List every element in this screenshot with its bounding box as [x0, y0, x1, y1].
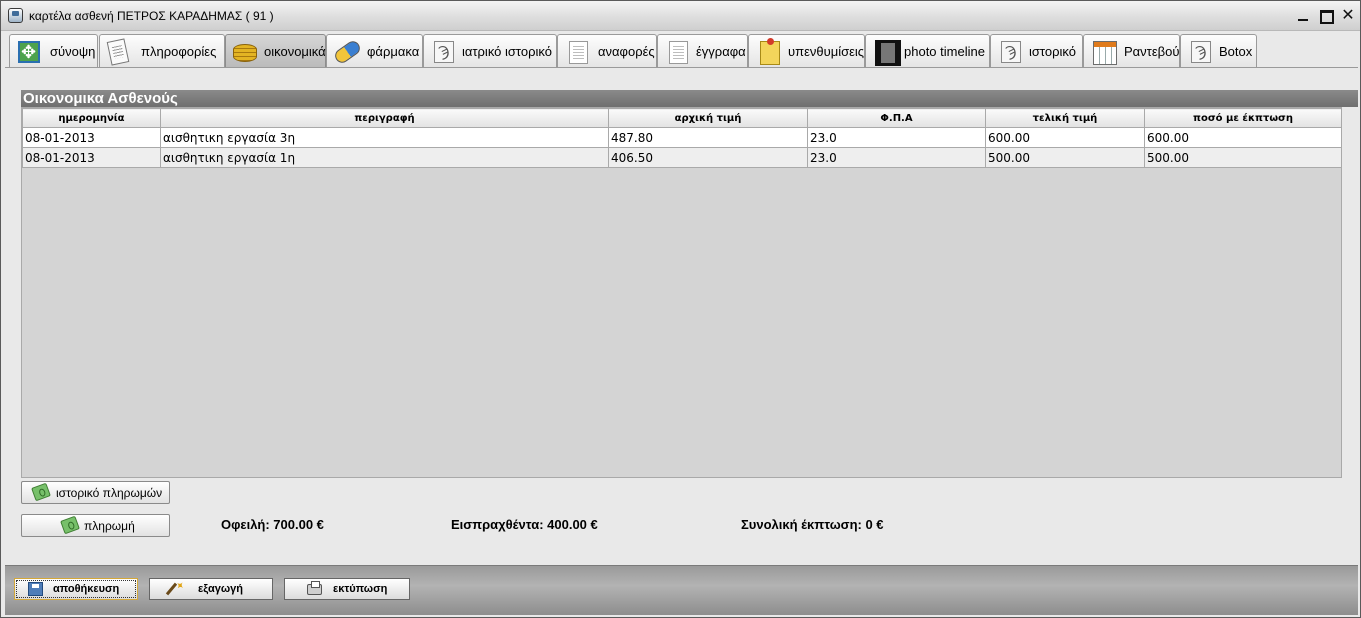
owed-amount: Οφειλή: 700.00 €: [221, 517, 324, 532]
tab-label: έγγραφα: [696, 44, 746, 59]
save-label: αποθήκευση: [53, 583, 120, 595]
tab-label: photo timeline: [904, 44, 985, 59]
film-icon: [871, 38, 901, 66]
stethoscope-icon: [429, 38, 457, 66]
cell-initial-price[interactable]: 406.50: [608, 147, 808, 168]
cell-final-price[interactable]: 600.00: [985, 127, 1145, 148]
cell-vat[interactable]: 23.0: [807, 127, 986, 148]
cell-date[interactable]: 08-01-2013: [22, 127, 161, 148]
tab-label: οικονομικά: [264, 44, 326, 59]
tab-reports[interactable]: αναφορές: [557, 34, 657, 68]
summary-icon: [15, 38, 43, 66]
column-header-final-price[interactable]: τελική τιμή: [985, 108, 1145, 128]
save-icon: [28, 582, 43, 596]
tab-label: Botox: [1219, 44, 1253, 59]
column-header-discounted-amount[interactable]: ποσό με έκπτωση: [1144, 108, 1342, 128]
export-label: εξαγωγή: [198, 583, 243, 595]
tab-medications[interactable]: φάρμακα: [326, 34, 423, 68]
maximize-button[interactable]: [1315, 5, 1337, 26]
tab-botox[interactable]: Botox: [1180, 34, 1257, 68]
tab-label: ιστορικό: [1029, 44, 1076, 59]
cell-vat[interactable]: 23.0: [807, 147, 986, 168]
section-title: Οικονομικα Ασθενούς: [21, 90, 1358, 107]
print-label: εκτύπωση: [333, 583, 388, 595]
payment-history-label: ιστορικό πληρωμών: [56, 486, 163, 500]
payment-history-button[interactable]: ιστορικό πληρωμών: [21, 481, 170, 504]
finance-table-area[interactable]: ημερομηνία περιγραφή αρχική τιμή Φ.Π.Α τ…: [21, 107, 1342, 478]
minimize-button[interactable]: [1292, 5, 1314, 26]
payment-button[interactable]: πληρωμή: [21, 514, 170, 537]
print-button[interactable]: εκτύπωση: [284, 578, 410, 600]
column-header-initial-price[interactable]: αρχική τιμή: [608, 108, 808, 128]
cell-date[interactable]: 08-01-2013: [22, 147, 161, 168]
tab-label: ιατρικό ιστορικό: [462, 44, 552, 59]
bottom-toolbar: αποθήκευση εξαγωγή εκτύπωση: [5, 565, 1358, 615]
money-icon: [31, 482, 51, 502]
app-icon: [8, 8, 23, 23]
stethoscope-icon: [996, 38, 1024, 66]
money-icon: [60, 515, 80, 535]
title-bar: καρτέλα ασθενή ΠΕΤΡΟΣ ΚΑΡΑΔΗΜΑΣ ( 91 ) ✕: [1, 1, 1360, 31]
total-discount: Συνολική έκπτωση: 0 €: [741, 517, 884, 532]
stethoscope-icon: [1186, 38, 1214, 66]
tab-bar: σύνοψη πληροφορίες οικονομικά φάρμακα ια…: [9, 34, 1359, 69]
document-icon: [663, 38, 691, 66]
tab-label: σύνοψη: [50, 44, 96, 59]
info-document-icon: [105, 38, 133, 66]
tab-label: αναφορές: [598, 44, 655, 59]
close-button[interactable]: ✕: [1337, 5, 1359, 26]
collected-amount: Εισπραχθέντα: 400.00 €: [451, 517, 598, 532]
save-button[interactable]: αποθήκευση: [14, 578, 138, 600]
magic-wand-icon: [165, 582, 178, 596]
payment-label: πληρωμή: [84, 519, 135, 533]
pill-icon: [332, 38, 363, 66]
tab-info[interactable]: πληροφορίες: [99, 34, 225, 68]
tab-label: πληροφορίες: [141, 44, 217, 59]
tab-summary[interactable]: σύνοψη: [9, 34, 98, 68]
sticky-note-icon: [754, 38, 782, 66]
table-row[interactable]: 08-01-2013 αισθητικη εργασία 1η 406.50 2…: [22, 147, 1342, 168]
export-button[interactable]: εξαγωγή: [149, 578, 273, 600]
cell-discounted-amount[interactable]: 600.00: [1144, 127, 1342, 148]
tab-photo-timeline[interactable]: photo timeline: [865, 34, 990, 68]
financial-panel: Οικονομικα Ασθενούς ημερομηνία περιγραφή…: [5, 68, 1358, 565]
tab-reminders[interactable]: υπενθυμίσεις: [748, 34, 865, 68]
column-header-description[interactable]: περιγραφή: [160, 108, 609, 128]
coins-icon: [231, 38, 259, 66]
tab-financial[interactable]: οικονομικά: [225, 34, 326, 69]
cell-description[interactable]: αισθητικη εργασία 1η: [160, 147, 609, 168]
tab-label: φάρμακα: [367, 44, 420, 59]
cell-discounted-amount[interactable]: 500.00: [1144, 147, 1342, 168]
table-header-row: ημερομηνία περιγραφή αρχική τιμή Φ.Π.Α τ…: [22, 108, 1342, 128]
column-header-date[interactable]: ημερομηνία: [22, 108, 161, 128]
cell-initial-price[interactable]: 487.80: [608, 127, 808, 148]
table-row[interactable]: 08-01-2013 αισθητικη εργασία 3η 487.80 2…: [22, 127, 1342, 148]
cell-description[interactable]: αισθητικη εργασία 3η: [160, 127, 609, 148]
calendar-icon: [1089, 38, 1117, 66]
tab-documents[interactable]: έγγραφα: [657, 34, 748, 68]
column-header-vat[interactable]: Φ.Π.Α: [807, 108, 986, 128]
patient-card-window: καρτέλα ασθενή ΠΕΤΡΟΣ ΚΑΡΑΔΗΜΑΣ ( 91 ) ✕…: [0, 0, 1361, 618]
tab-history[interactable]: ιστορικό: [990, 34, 1083, 68]
tab-medical-history[interactable]: ιατρικό ιστορικό: [423, 34, 557, 68]
tab-label: υπενθυμίσεις: [788, 44, 865, 59]
cell-final-price[interactable]: 500.00: [985, 147, 1145, 168]
printer-icon: [307, 581, 322, 595]
tab-label: Ραντεβού: [1124, 44, 1180, 59]
tab-appointments[interactable]: Ραντεβού: [1083, 34, 1180, 68]
window-title: καρτέλα ασθενή ΠΕΤΡΟΣ ΚΑΡΑΔΗΜΑΣ ( 91 ): [29, 9, 274, 23]
finance-table: ημερομηνία περιγραφή αρχική τιμή Φ.Π.Α τ…: [22, 108, 1342, 168]
reports-icon: [563, 38, 591, 66]
